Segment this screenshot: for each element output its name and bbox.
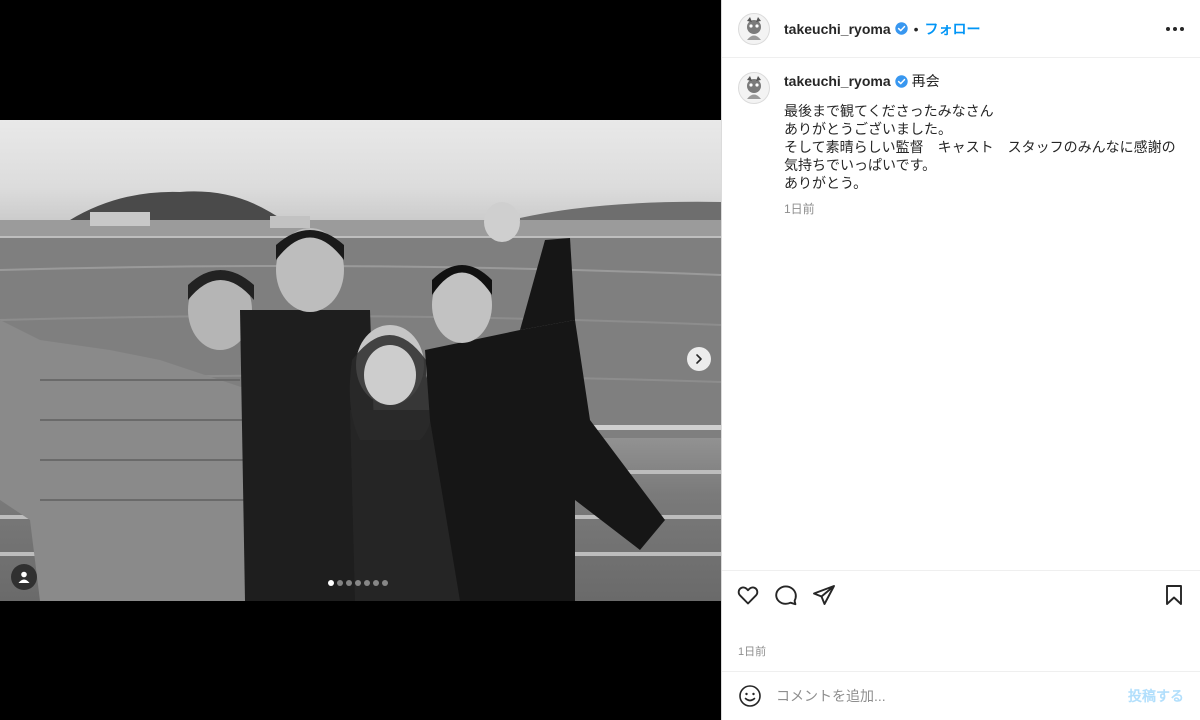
caption-text: 最後まで観てくださったみなさん ありがとうございました。 そして素晴らしい監督 … (784, 103, 1176, 191)
caption-body: takeuchi_ryoma 再会 最後まで観てくださったみなさん ありがとうご… (784, 72, 1184, 218)
carousel-dot (364, 580, 370, 586)
verified-icon (894, 22, 908, 35)
user-tags-button[interactable] (11, 564, 37, 590)
caption: takeuchi_ryoma 再会 最後まで観てくださったみなさん ありがとうご… (738, 72, 1184, 218)
share-icon (813, 584, 835, 605)
heart-icon (737, 586, 759, 604)
verified-icon (894, 74, 908, 88)
carousel-dot (328, 580, 334, 586)
avatar-illustration (747, 16, 761, 40)
more-options-button[interactable] (1166, 26, 1184, 31)
carousel-dot (382, 580, 388, 586)
avatar-illustration (747, 76, 761, 99)
carousel-dot (346, 580, 352, 586)
photo-illustration (0, 191, 721, 601)
carousel-indicator (328, 580, 388, 586)
carousel-dot (373, 580, 379, 586)
post-timestamp[interactable]: 1日前 (738, 643, 766, 659)
comments-section: takeuchi_ryoma 再会 最後まで観てくださったみなさん ありがとうご… (722, 58, 1200, 568)
post-photo[interactable] (0, 120, 721, 601)
post-header: takeuchi_ryoma • フォロー (722, 0, 1200, 58)
share-button[interactable] (812, 583, 836, 607)
comment-button[interactable] (774, 583, 798, 607)
like-button[interactable] (736, 583, 760, 607)
emoji-button[interactable] (738, 684, 762, 708)
save-button[interactable] (1162, 583, 1186, 607)
comment-input[interactable] (776, 688, 1128, 704)
emoji-icon (739, 685, 761, 707)
caption-avatar[interactable] (738, 72, 770, 104)
caption-title: 再会 (911, 73, 940, 89)
comment-icon (775, 584, 797, 605)
post-modal: takeuchi_ryoma • フォロー takeuchi_ryoma 再会 … (0, 0, 1200, 720)
next-image-button[interactable] (687, 347, 711, 371)
action-bar (722, 570, 1200, 618)
comment-bar: 投稿する (722, 671, 1200, 720)
carousel-dot (337, 580, 343, 586)
bookmark-icon (1166, 584, 1182, 605)
avatar[interactable] (738, 12, 770, 45)
caption-head: takeuchi_ryoma 再会 (784, 72, 1184, 90)
follow-button[interactable]: フォロー (925, 19, 981, 39)
header-username[interactable]: takeuchi_ryoma (784, 21, 891, 37)
caption-timestamp[interactable]: 1日前 (784, 200, 1184, 218)
header-separator: • (913, 20, 919, 37)
user-tag-icon (18, 571, 30, 583)
carousel-dot (355, 580, 361, 586)
caption-username[interactable]: takeuchi_ryoma (784, 72, 891, 90)
more-icon (1166, 26, 1170, 31)
chevron-right-icon (696, 354, 702, 364)
media-pane (0, 0, 721, 720)
post-comment-button[interactable]: 投稿する (1128, 686, 1184, 706)
post-sidebar: takeuchi_ryoma • フォロー takeuchi_ryoma 再会 … (721, 0, 1200, 720)
